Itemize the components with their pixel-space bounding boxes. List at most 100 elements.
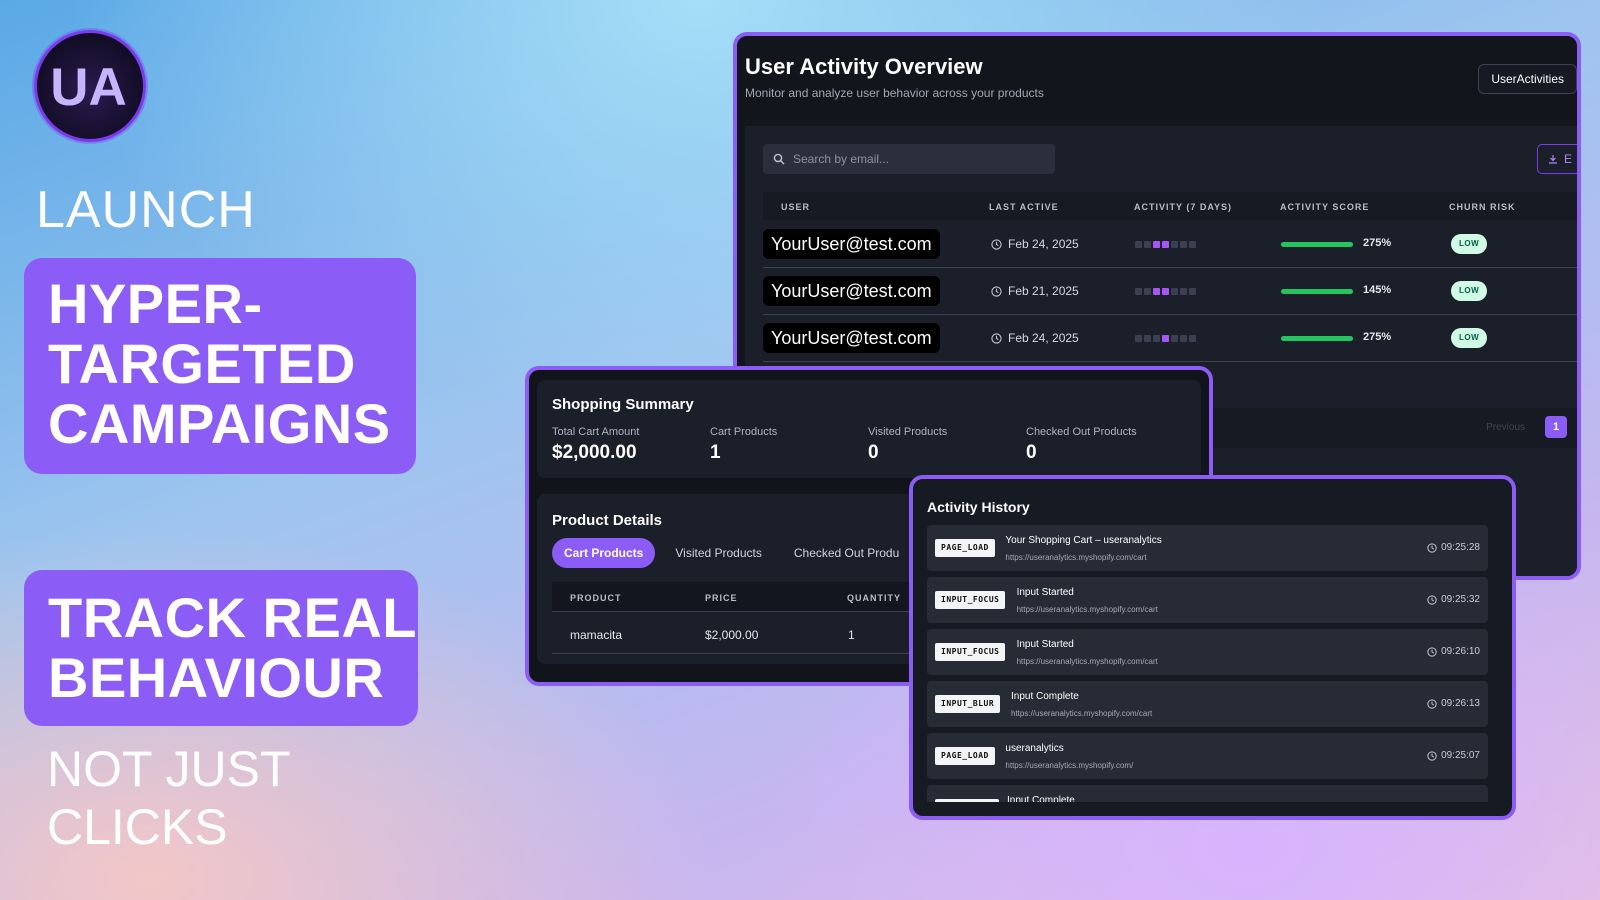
history-item[interactable]: INPUT_FOCUS Input Started https://useran…: [927, 577, 1488, 623]
previous-page-button[interactable]: Previous: [1486, 422, 1525, 433]
shopping-summary-title: Shopping Summary: [552, 396, 694, 413]
event-time: 09:26:13: [1427, 698, 1480, 709]
campaign-line-1: HYPER-: [48, 272, 263, 335]
brand-logo: UA: [34, 30, 146, 142]
activity-day-cell: [1189, 288, 1196, 295]
event-time: 09:25:28: [1427, 542, 1480, 553]
event-url: https://useranalytics.myshopify.com/cart: [1005, 553, 1147, 562]
activity-score-fill: [1281, 242, 1353, 247]
activity-day-cell: [1162, 241, 1169, 248]
stat-value: 0: [868, 442, 879, 463]
stat-value: 0: [1026, 442, 1037, 463]
event-time: 09:25:32: [1427, 594, 1480, 605]
event-title: Input Started: [1016, 587, 1074, 598]
activity-day-cell: [1171, 288, 1178, 295]
event-url: https://useranalytics.myshopify.com/cart: [1011, 709, 1153, 718]
export-button[interactable]: E: [1537, 144, 1577, 174]
activity-day-cell: [1153, 241, 1160, 248]
col-user: USER: [781, 202, 811, 212]
activity-score-bar: [1281, 289, 1353, 294]
download-icon: [1549, 155, 1557, 164]
product-quantity: 1: [848, 628, 855, 642]
event-url: https://useranalytics.myshopify.com/cart: [1016, 605, 1158, 614]
event-time-text: 09:26:10: [1441, 646, 1480, 657]
tab-visited-products[interactable]: Visited Products: [663, 538, 774, 568]
history-item[interactable]: INPUT_FOCUS Input Started https://useran…: [927, 629, 1488, 675]
event-type-badge: INPUT_FOCUS: [935, 591, 1006, 609]
event-type-badge: INPUT_BLUR: [935, 695, 1001, 713]
activity-sparkline: [1135, 288, 1196, 295]
stat-label: Checked Out Products: [1026, 426, 1137, 438]
tab-checked-out[interactable]: Checked Out Produ: [782, 538, 911, 568]
last-active-date: Feb 24, 2025: [1008, 331, 1079, 345]
user-activities-button[interactable]: UserActivities: [1478, 64, 1577, 94]
history-item[interactable]: INPUT_BLUR Input Complete https://useran…: [927, 681, 1488, 727]
product-name: mamacita: [570, 628, 623, 642]
activity-day-cell: [1135, 335, 1142, 342]
history-item[interactable]: PAGE_LOAD useranalytics https://useranal…: [927, 733, 1488, 779]
table-row[interactable]: YourUser@test.com Feb 24, 2025 275% LOW: [763, 316, 1577, 362]
activity-day-cell: [1153, 335, 1160, 342]
activity-history-title: Activity History: [927, 499, 1030, 515]
tab-cart-products[interactable]: Cart Products: [552, 538, 656, 568]
overview-subtitle: Monitor and analyze user behavior across…: [745, 86, 1044, 100]
col-product: PRODUCT: [570, 593, 622, 603]
search-icon: [773, 153, 785, 165]
event-title: Input Started: [1016, 639, 1074, 650]
activity-sparkline: [1135, 241, 1196, 248]
user-email[interactable]: YourUser@test.com: [763, 276, 940, 306]
event-title: Input Complete: [1007, 795, 1075, 802]
activity-day-cell: [1135, 288, 1142, 295]
clock-icon: [991, 332, 1002, 344]
campaign-line-3: CAMPAIGNS: [48, 392, 391, 455]
history-item[interactable]: PAGE_LOAD Your Shopping Cart – useranaly…: [927, 525, 1488, 571]
svg-text:UA: UA: [50, 58, 127, 117]
activity-sparkline: [1135, 335, 1196, 342]
stat-label: Cart Products: [710, 426, 778, 438]
activity-history-list: PAGE_LOAD Your Shopping Cart – useranaly…: [927, 525, 1488, 802]
track-line-1: TRACK REAL: [48, 586, 417, 649]
search-box[interactable]: [763, 144, 1055, 174]
activity-score-bar: [1281, 336, 1353, 341]
clock-icon: [1427, 750, 1437, 761]
history-item[interactable]: Input Complete: [927, 785, 1488, 802]
activity-day-cell: [1180, 241, 1187, 248]
clock-icon: [991, 238, 1002, 250]
stat-total-cart: Total Cart Amount $2,000.00: [552, 426, 639, 464]
event-type-badge: PAGE_LOAD: [935, 747, 995, 765]
table-row[interactable]: YourUser@test.com Feb 24, 2025 275% LOW: [763, 222, 1577, 268]
clock-icon: [1427, 646, 1437, 657]
activity-score-value: 275%: [1363, 331, 1392, 343]
search-input[interactable]: [793, 152, 1033, 166]
activity-score-value: 275%: [1363, 237, 1392, 249]
stat-cart-products: Cart Products 1: [710, 426, 777, 464]
col-quantity: QUANTITY: [847, 593, 901, 603]
last-active-date: Feb 24, 2025: [1008, 237, 1079, 251]
user-email[interactable]: YourUser@test.com: [763, 323, 940, 353]
shopping-summary-card: Shopping Summary Total Cart Amount $2,00…: [537, 380, 1201, 478]
stat-value: 1: [710, 442, 721, 463]
event-time-text: 09:25:28: [1441, 542, 1480, 553]
activity-day-cell: [1162, 288, 1169, 295]
page-1-button[interactable]: 1: [1545, 416, 1567, 438]
track-banner: TRACK REAL BEHAVIOUR: [24, 570, 418, 726]
logo-mark: UA: [50, 58, 127, 117]
user-email[interactable]: YourUser@test.com: [763, 229, 940, 259]
col-activity: ACTIVITY (7 DAYS): [1134, 202, 1233, 212]
activity-day-cell: [1189, 335, 1196, 342]
activity-day-cell: [1162, 335, 1169, 342]
event-time: 09:26:10: [1427, 646, 1480, 657]
product-price: $2,000.00: [705, 628, 759, 642]
activity-day-cell: [1135, 241, 1142, 248]
col-last-active: LAST ACTIVE: [989, 202, 1059, 212]
product-tabs: Cart Products Visited Products Checked O…: [552, 538, 911, 568]
table-row[interactable]: YourUser@test.com Feb 21, 2025 145% LOW: [763, 269, 1577, 315]
last-active: Feb 24, 2025: [991, 237, 1079, 251]
event-url: https://useranalytics.myshopify.com/: [1005, 761, 1134, 770]
event-time-text: 09:25:32: [1441, 594, 1480, 605]
overview-title: User Activity Overview: [745, 54, 983, 79]
col-churn: CHURN RISK: [1449, 202, 1516, 212]
churn-risk-badge: LOW: [1451, 328, 1488, 348]
stat-label: Total Cart Amount: [552, 426, 640, 438]
last-active: Feb 21, 2025: [991, 284, 1079, 298]
